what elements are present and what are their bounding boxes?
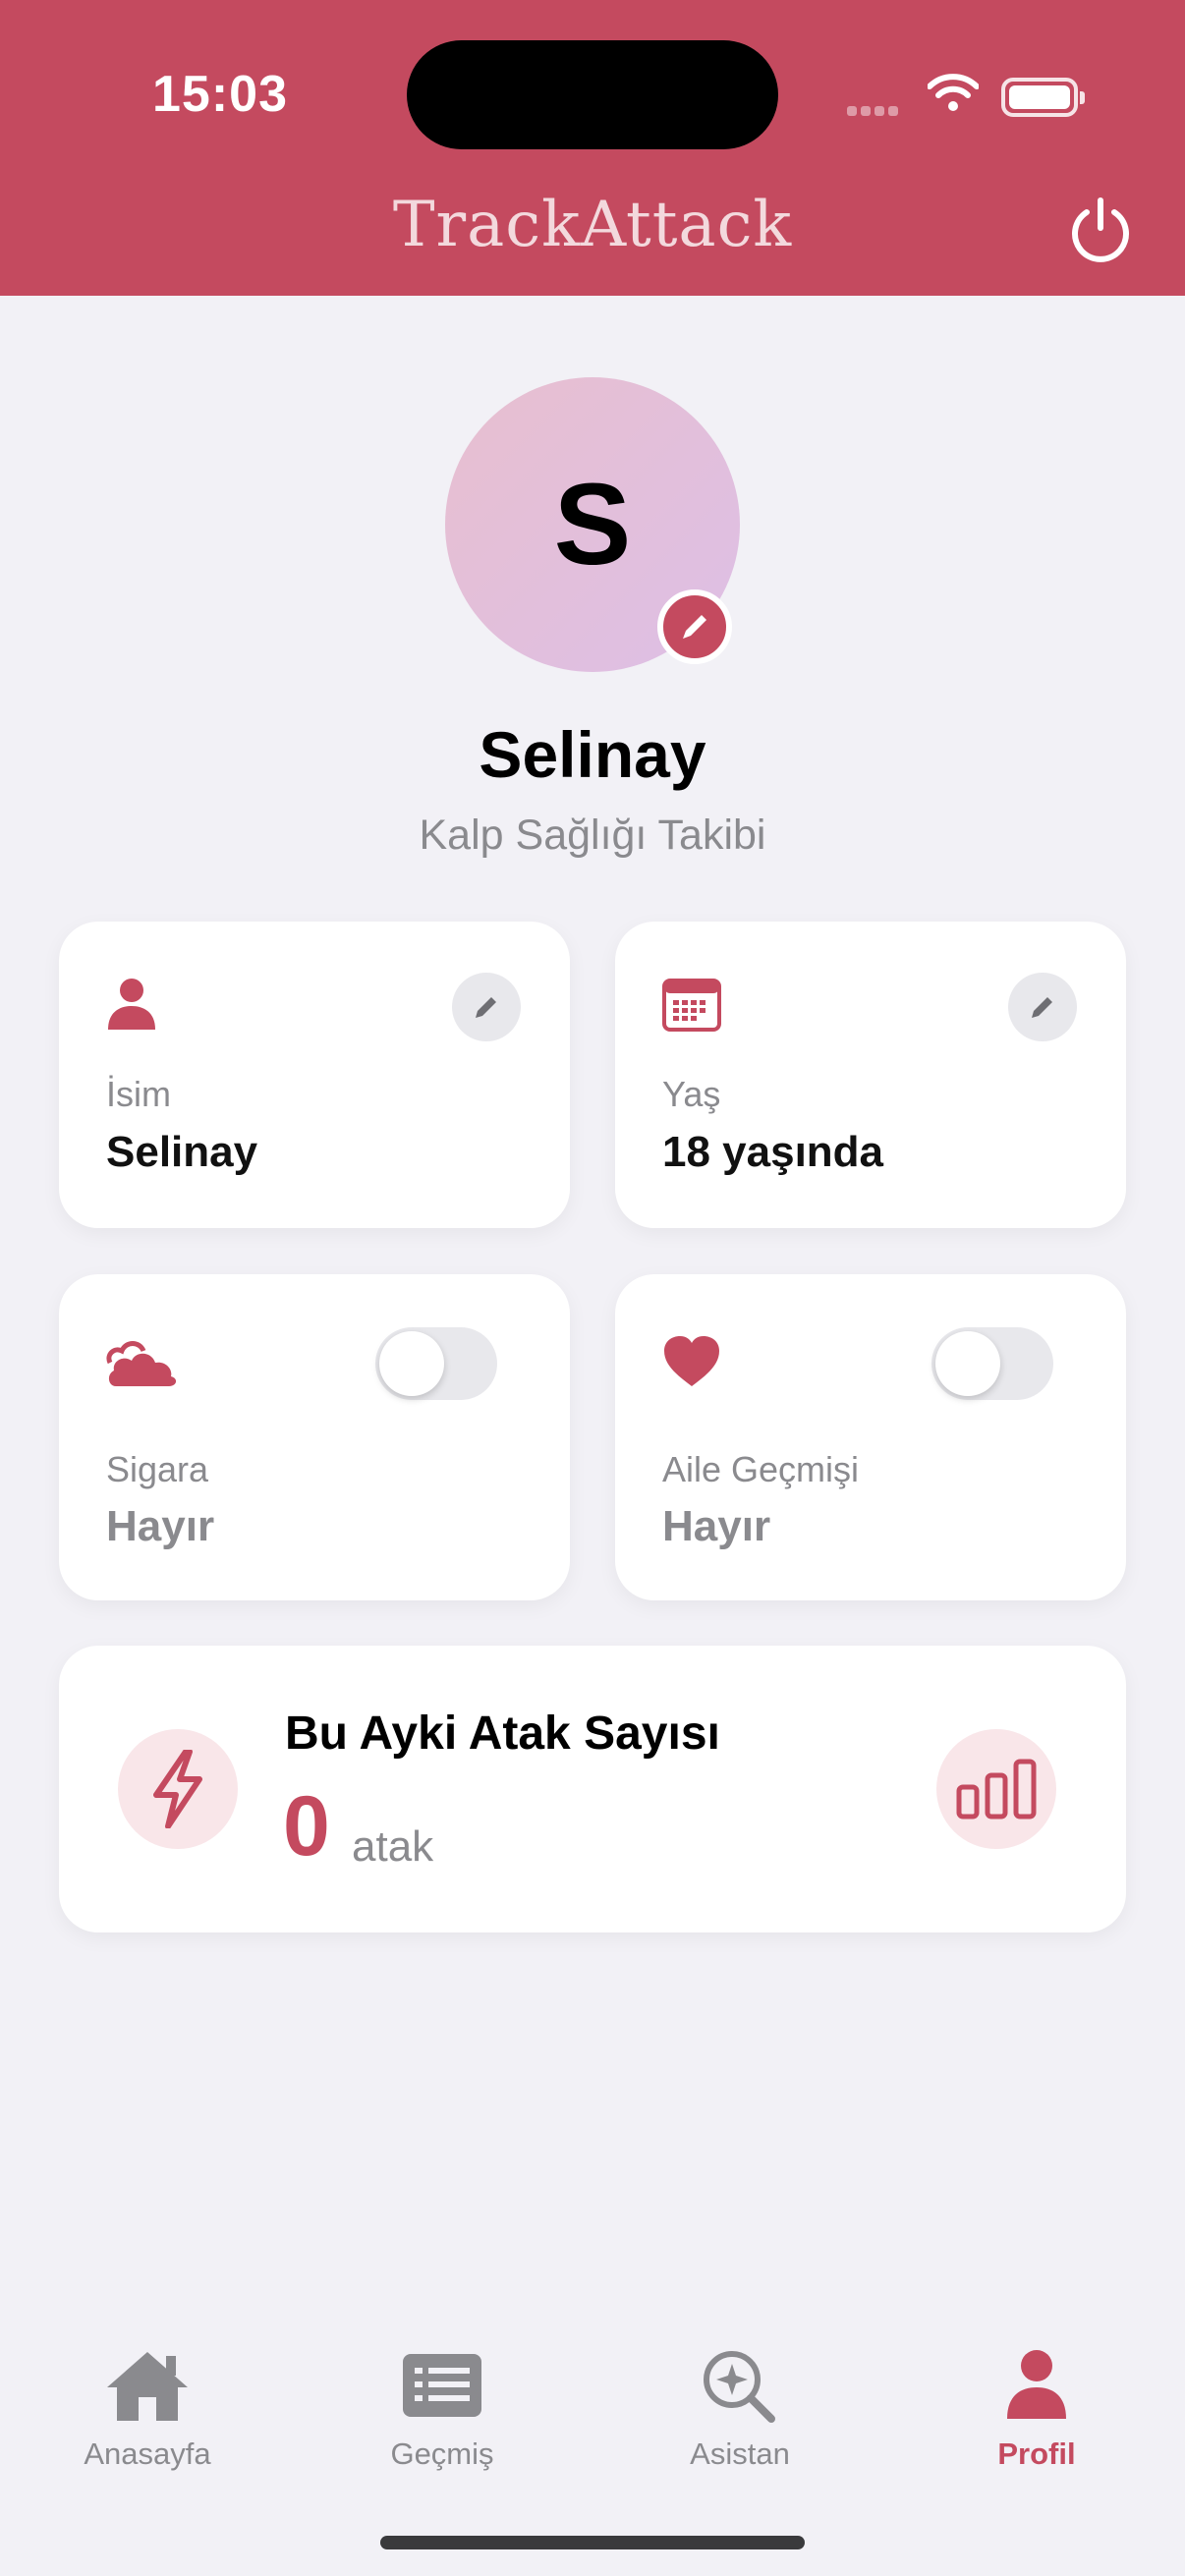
smoke-icon	[106, 1341, 177, 1386]
age-card: Yaş 18 yaşında	[615, 922, 1126, 1228]
person-icon	[1007, 2350, 1066, 2419]
calendar-icon	[662, 979, 721, 1032]
attack-unit: atak	[352, 1822, 434, 1871]
attack-count: 0	[283, 1779, 330, 1874]
smoking-card: Sigara Hayır	[59, 1274, 570, 1600]
smoking-label: Sigara	[106, 1449, 209, 1489]
tab-label: Anasayfa	[84, 2436, 211, 2471]
dynamic-island	[407, 40, 778, 149]
smoking-toggle[interactable]	[375, 1327, 497, 1400]
attack-icon-badge	[118, 1729, 238, 1849]
app-header: 15:03 TrackAttack	[0, 0, 1185, 296]
edit-name-button[interactable]	[452, 973, 521, 1041]
list-icon	[403, 2354, 481, 2417]
tab-gecmis[interactable]: Geçmiş	[324, 2348, 560, 2472]
battery-icon	[1001, 78, 1085, 117]
tab-label: Geçmiş	[390, 2436, 494, 2471]
power-icon[interactable]	[1065, 195, 1136, 265]
attack-summary-card: Bu Ayki Atak Sayısı 0 atak	[59, 1646, 1126, 1932]
pencil-icon	[476, 997, 496, 1018]
bar-chart-icon	[956, 1759, 1037, 1820]
attack-chart-button[interactable]	[936, 1729, 1056, 1849]
attack-summary-title: Bu Ayki Atak Sayısı	[285, 1708, 720, 1760]
pencil-icon	[683, 615, 706, 639]
family-history-label: Aile Geçmişi	[662, 1449, 860, 1489]
app-title: TrackAttack	[392, 189, 793, 261]
name-label: İsim	[106, 1074, 171, 1114]
family-history-card: Aile Geçmişi Hayır	[615, 1274, 1126, 1600]
sparkle-search-icon	[704, 2351, 775, 2423]
profile-subtitle: Kalp Sağlığı Takibi	[419, 812, 766, 859]
age-label: Yaş	[662, 1074, 721, 1114]
avatar-initial: S	[553, 460, 632, 589]
tab-anasayfa[interactable]: Anasayfa	[29, 2348, 265, 2472]
heart-icon	[664, 1336, 719, 1386]
avatar-edit-button[interactable]	[657, 589, 732, 664]
name-value: Selinay	[106, 1128, 258, 1176]
home-icon	[107, 2352, 188, 2421]
lightning-icon	[153, 1750, 202, 1828]
tab-label: Asistan	[690, 2436, 790, 2471]
edit-age-button[interactable]	[1008, 973, 1077, 1041]
tab-profil[interactable]: Profil	[919, 2348, 1155, 2472]
tab-label: Profil	[997, 2436, 1076, 2471]
home-indicator	[380, 2536, 805, 2549]
cellular-signal-icon	[847, 103, 902, 121]
tab-asistan[interactable]: Asistan	[622, 2348, 858, 2472]
pencil-icon	[1032, 997, 1052, 1018]
family-history-toggle[interactable]	[931, 1327, 1053, 1400]
person-icon	[108, 979, 155, 1030]
profile-name: Selinay	[479, 718, 706, 791]
name-card: İsim Selinay	[59, 922, 570, 1228]
smoking-value: Hayır	[106, 1502, 215, 1550]
family-history-value: Hayır	[662, 1502, 771, 1550]
age-value: 18 yaşında	[662, 1128, 884, 1176]
wifi-icon	[928, 74, 979, 111]
status-time: 15:03	[152, 66, 288, 123]
